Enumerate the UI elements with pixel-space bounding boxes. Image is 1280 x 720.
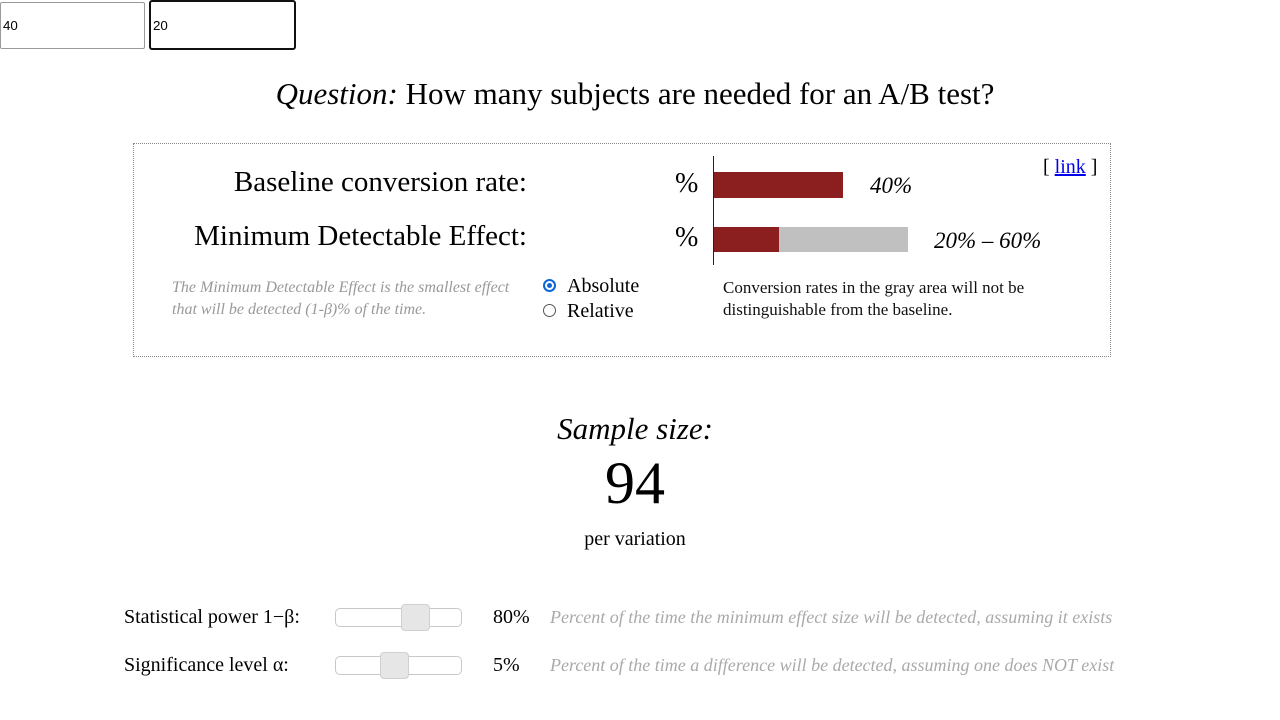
mde-label: Minimum Detectable Effect: — [194, 220, 527, 252]
question-prefix: Question: — [275, 76, 398, 111]
question-text: How many subjects are needed for an A/B … — [405, 76, 995, 111]
baseline-percent-sign: % — [675, 168, 699, 199]
permalink[interactable]: link — [1055, 156, 1086, 178]
mde-percent-sign: % — [675, 222, 699, 253]
link-bracket-open: [ — [1043, 156, 1050, 178]
significance-label: Significance level α: — [124, 654, 289, 676]
baseline-rate-input[interactable] — [0, 1, 145, 49]
mde-input[interactable] — [149, 0, 296, 50]
page-question: Question: How many subjects are needed f… — [0, 76, 1270, 112]
significance-help: Percent of the time a difference will be… — [550, 655, 1115, 675]
absolute-radio-label[interactable]: Absolute — [567, 275, 639, 298]
mde-low-bar — [714, 227, 779, 252]
baseline-label: Baseline conversion rate: — [233, 166, 527, 198]
relative-radio-label[interactable]: Relative — [567, 300, 634, 323]
power-value: 80% — [493, 606, 530, 628]
sample-size-value: 94 — [605, 450, 665, 516]
significance-value: 5% — [493, 654, 520, 676]
link-wrapper: [ link ] — [1043, 156, 1097, 179]
per-variation-label: per variation — [584, 528, 686, 550]
absolute-radio[interactable] — [543, 279, 556, 292]
gray-area-note: Conversion rates in the gray area will n… — [723, 278, 1025, 319]
significance-slider[interactable] — [335, 652, 462, 679]
power-label: Statistical power 1−β: — [124, 606, 300, 628]
mde-range-label: 20% – 60% — [934, 228, 1042, 253]
sample-size-label: Sample size: — [557, 411, 713, 446]
power-slider-thumb[interactable] — [401, 604, 430, 631]
baseline-bar — [714, 172, 843, 198]
relative-radio[interactable] — [543, 304, 556, 317]
mde-help-text: The Minimum Detectable Effect is the sma… — [172, 279, 510, 318]
power-slider[interactable] — [335, 604, 462, 631]
baseline-bar-label: 40% — [870, 173, 913, 198]
power-help: Percent of the time the minimum effect s… — [550, 607, 1113, 627]
link-bracket-close: ] — [1090, 156, 1098, 178]
significance-slider-thumb[interactable] — [380, 652, 409, 679]
